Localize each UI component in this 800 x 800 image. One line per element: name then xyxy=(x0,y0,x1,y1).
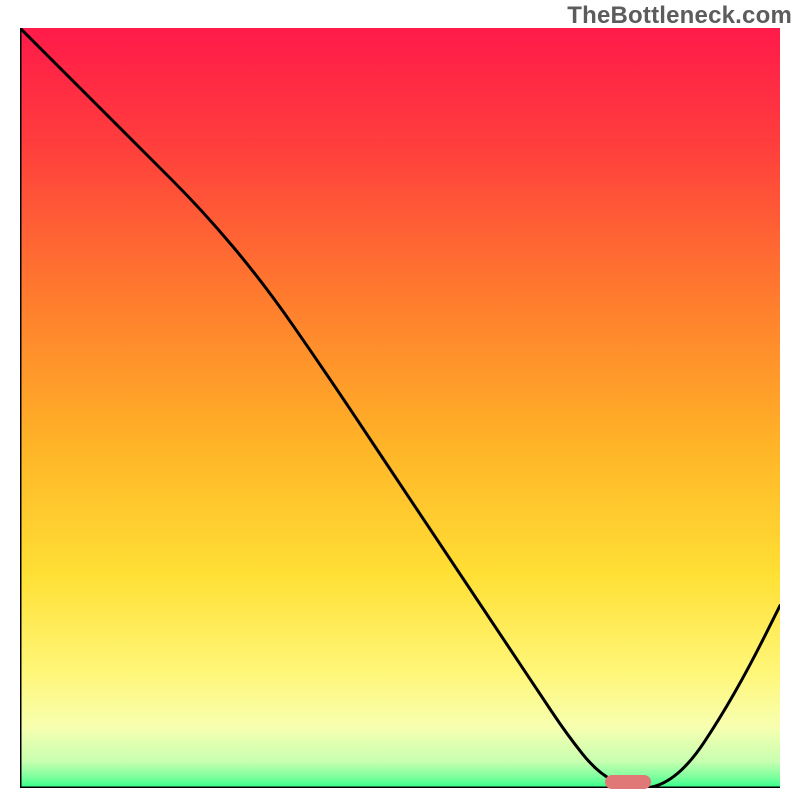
watermark-text: TheBottleneck.com xyxy=(567,2,792,30)
plot-area xyxy=(20,28,780,788)
plot-background-gradient xyxy=(20,28,780,788)
bottleneck-marker xyxy=(605,775,651,789)
chart-container: TheBottleneck.com xyxy=(0,0,800,800)
